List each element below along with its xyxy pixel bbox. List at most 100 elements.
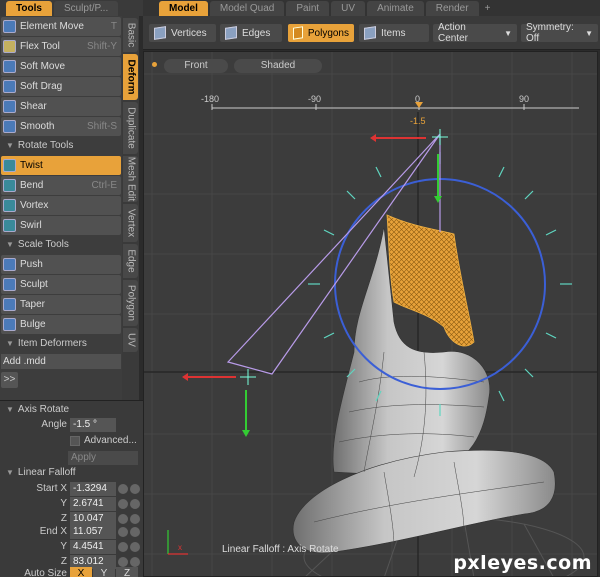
tool-soft-move[interactable]: Soft Move [1,57,121,76]
push-icon [3,258,16,271]
selected-polygons-mesh[interactable] [386,214,475,347]
tool-soft-drag[interactable]: Soft Drag [1,77,121,96]
tool-taper[interactable]: Taper [1,295,121,314]
tool-label: Flex Tool [20,41,60,52]
link-icon[interactable] [130,514,140,524]
action-center-dropdown[interactable]: Action Center ▼ [433,22,517,44]
falloff-start-handle[interactable] [182,369,256,437]
section-item-deformers[interactable]: ▼ Item Deformers [0,335,122,353]
tool-bulge[interactable]: Bulge [1,315,121,334]
polygons-mode-button[interactable]: Polygons [288,24,354,42]
link-icon[interactable] [130,542,140,552]
side-tab-deform[interactable]: Deform [123,54,138,100]
vortex-icon [3,199,16,212]
tool-shortcut: T [110,21,117,32]
link-icon[interactable] [130,499,140,509]
add-tab-button[interactable]: + [481,1,495,16]
angle-field[interactable]: -1.5 ° [70,418,116,432]
tool-shortcut: Ctrl-E [91,180,117,191]
items-label: Items [381,27,406,39]
side-tab-edge[interactable]: Edge [123,244,138,278]
keyframe-icon[interactable] [118,557,128,567]
start-y-field[interactable]: 2.6741 [70,497,116,511]
expand-panel-button[interactable]: >> [1,372,18,388]
link-icon[interactable] [130,527,140,537]
ruler-label: 90 [519,94,530,104]
edges-mode-button[interactable]: Edges [220,24,282,42]
symmetry-dropdown[interactable]: Symmetry: Off ▼ [521,22,598,44]
side-tab-polygon[interactable]: Polygon [123,280,138,326]
tool-flex-tool[interactable]: Flex Tool Shift-Y [1,37,121,56]
start-x-field[interactable]: -1.3294 [70,482,116,496]
shading-mode-button[interactable]: Shaded [234,59,322,73]
viewport-options-dot[interactable] [152,62,157,67]
side-tab-duplicate[interactable]: Duplicate [123,102,138,154]
start-x-label: Start X [36,483,67,494]
add-mdd-button[interactable]: Add .mdd [1,354,121,369]
keyframe-icon[interactable] [118,514,128,524]
tab-paint[interactable]: Paint [286,1,330,16]
section-axis-rotate[interactable]: ▼ Axis Rotate [0,404,143,419]
viewport-3d[interactable]: x Front Shaded -180 -90 0 90 -1.5 Linear… [143,51,598,577]
tab-render[interactable]: Render [425,1,479,16]
view-type-button[interactable]: Front [164,59,228,73]
edges-icon [225,26,237,40]
symmetry-label: Symmetry: Off [526,22,574,44]
tool-vortex[interactable]: Vortex [1,196,121,215]
keyframe-icon[interactable] [118,484,128,494]
advanced-row: Advanced... [0,434,143,449]
tab-animate[interactable]: Animate [367,1,424,16]
items-mode-button[interactable]: Items [359,24,429,42]
apply-button[interactable]: Apply [68,451,138,465]
section-scale-tools[interactable]: ▼ Scale Tools [0,236,122,254]
tool-label: Taper [20,299,46,310]
keyframe-icon[interactable] [118,527,128,537]
selection-toolbar: Vertices Edges Polygons Items Action Cen… [143,16,600,50]
section-linear-falloff[interactable]: ▼ Linear Falloff [0,467,143,482]
start-z-field[interactable]: 10.047 [70,512,116,526]
tool-bend[interactable]: Bend Ctrl-E [1,176,121,195]
tool-push[interactable]: Push [1,255,121,274]
vertices-mode-button[interactable]: Vertices [149,24,216,42]
link-icon[interactable] [130,484,140,494]
side-tab-label: Duplicate [125,107,136,149]
start-z-label: Z [60,513,67,524]
auto-size-z-button[interactable]: Z [116,567,138,577]
tab-uv[interactable]: UV [331,1,366,16]
side-tab-mesh-edit[interactable]: Mesh Edit [123,156,138,202]
start-x-row: Start X -1.3294 [0,482,143,497]
section-rotate-tools[interactable]: ▼ Rotate Tools [0,137,122,155]
tool-sculpt[interactable]: Sculpt [1,275,121,294]
tool-element-move[interactable]: Element Move T [1,17,121,36]
side-tab-basic[interactable]: Basic [123,18,138,52]
tab-tools[interactable]: Tools [6,1,52,16]
tab-model[interactable]: Model [159,1,208,16]
auto-size-x-button[interactable]: X [70,567,92,577]
tool-group-deform: Element Move T Flex Tool Shift-Y Soft Move So… [0,17,122,136]
angle-label: Angle [41,419,67,430]
end-y-field[interactable]: 4.4541 [70,540,116,554]
end-x-label: End X [39,526,67,537]
end-x-field[interactable]: 11.057 [70,525,116,539]
keyframe-icon[interactable] [118,542,128,552]
polygons-icon [293,26,303,40]
polygons-label: Polygons [307,27,349,39]
tool-twist[interactable]: Twist [1,156,121,175]
side-tab-uv[interactable]: UV [123,328,138,352]
tab-model-quad[interactable]: Model Quad [209,1,285,16]
tool-label: Sculpt [20,279,48,290]
soft-drag-icon [3,80,16,93]
tool-swirl[interactable]: Swirl [1,216,121,235]
tab-sculpt-paint[interactable]: Sculpt/P... [53,1,119,16]
edges-label: Edges [242,27,271,39]
tool-smooth[interactable]: Smooth Shift-S [1,117,121,136]
section-label: Scale Tools [17,239,69,250]
side-tab-vertex[interactable]: Vertex [123,204,138,242]
advanced-checkbox[interactable] [70,436,80,446]
keyframe-icon[interactable] [118,499,128,509]
collapse-triangle-icon: ▼ [6,339,14,348]
section-label: Linear Falloff [17,467,76,478]
link-icon[interactable] [130,557,140,567]
tool-shear[interactable]: Shear [1,97,121,116]
auto-size-y-button[interactable]: Y [93,567,115,577]
